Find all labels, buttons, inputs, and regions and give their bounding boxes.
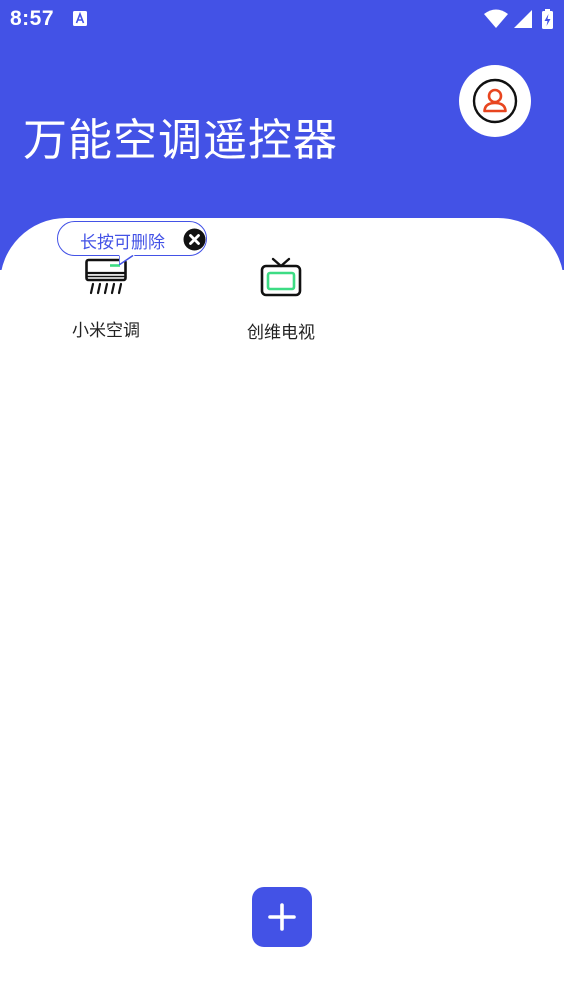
app-title: 万能空调遥控器 [23, 115, 338, 166]
plus-icon [268, 903, 296, 931]
status-icons [484, 9, 553, 29]
tv-icon [260, 257, 302, 297]
user-profile-icon [472, 78, 518, 124]
device-label: 小米空调 [72, 321, 140, 341]
tooltip-text: 长按可删除 [80, 233, 165, 253]
delete-hint-tooltip: 长按可删除 [57, 221, 207, 256]
status-bar: 8:57 [0, 0, 564, 38]
wifi-icon [484, 9, 508, 28]
close-circle-icon[interactable] [183, 228, 206, 251]
status-time: 8:57 [10, 7, 55, 30]
a-notification-icon [73, 11, 87, 26]
device-item-xiaomi-ac[interactable]: 小米空调 [46, 258, 166, 341]
signal-icon [514, 10, 532, 28]
battery-charging-icon [542, 9, 553, 29]
tooltip-pointer [119, 255, 135, 265]
device-label: 创维电视 [247, 323, 315, 343]
add-device-button[interactable] [252, 887, 312, 947]
profile-button[interactable] [459, 65, 531, 137]
device-item-skyworth-tv[interactable]: 创维电视 [221, 256, 341, 343]
